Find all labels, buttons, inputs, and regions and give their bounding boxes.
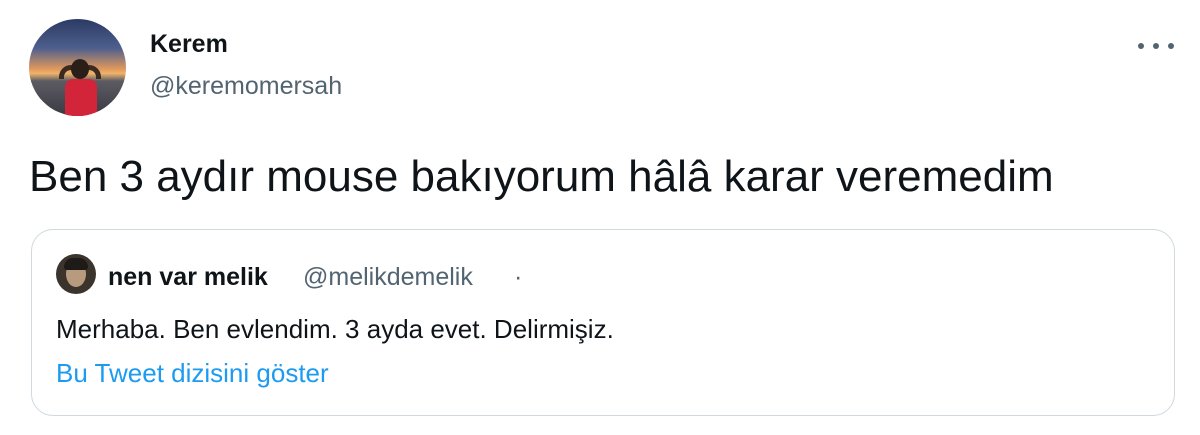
quoted-author-avatar	[56, 254, 96, 294]
avatar-person-shirt	[65, 79, 97, 116]
show-thread-link[interactable]: Bu Tweet dizisini göster	[56, 358, 329, 389]
author-display-name[interactable]: Kerem	[150, 30, 228, 59]
quoted-tweet-card[interactable]: nen var melik @melikdemelik · Merhaba. B…	[31, 229, 1175, 416]
avatar-person-head	[71, 59, 89, 79]
more-dot	[1153, 43, 1159, 49]
tweet-text: Ben 3 aydır mouse bakıyorum hâlâ karar v…	[29, 152, 1054, 201]
quoted-tweet-text: Merhaba. Ben evlendim. 3 ayda evet. Deli…	[56, 314, 614, 344]
more-dot	[1168, 43, 1174, 49]
author-avatar[interactable]	[29, 19, 126, 116]
quoted-avatar-hair	[64, 258, 88, 270]
quoted-author-handle: @melikdemelik	[303, 263, 473, 291]
author-handle[interactable]: @keremomersah	[150, 72, 342, 101]
tweet-card: Kerem @keremomersah Ben 3 aydır mouse ba…	[0, 0, 1200, 435]
quoted-author-display-name: nen var melik	[108, 263, 268, 291]
more-options-icon[interactable]	[1138, 36, 1174, 56]
quoted-separator: ·	[514, 263, 523, 291]
more-dot	[1138, 43, 1144, 49]
